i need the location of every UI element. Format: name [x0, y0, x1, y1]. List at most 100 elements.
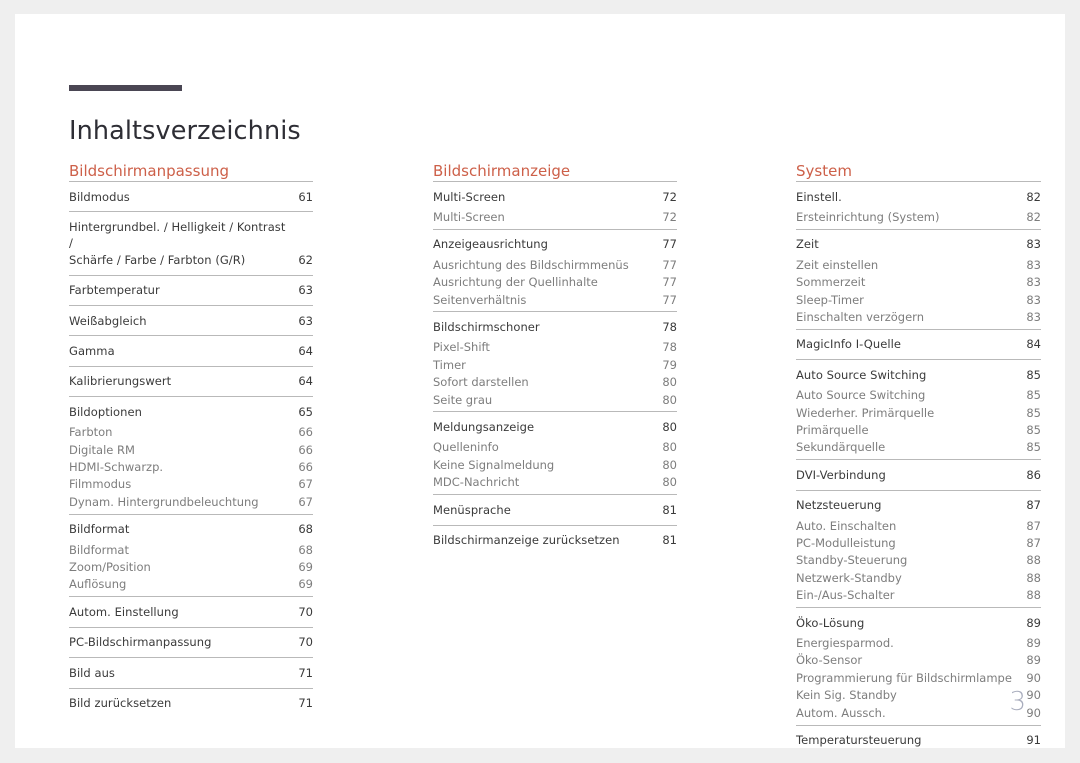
toc-entry[interactable]: Zeit 83 [796, 233, 1041, 256]
toc-group: PC-Bildschirmanpassung 70 [69, 626, 313, 657]
toc-group: Multi-Screen 72 Multi-Screen 72 [433, 181, 677, 229]
toc-group: Netzsteuerung 87 Auto. Einschalten 87 PC-Mod… [796, 489, 1041, 607]
toc-entry-label: Auto Source Switching [796, 367, 927, 382]
toc-entry-page: 68 [298, 542, 313, 557]
toc-entry[interactable]: Bildschirmanzeige zurücksetzen 81 [433, 529, 677, 552]
toc-subentry[interactable]: Digitale RM 66 [69, 441, 313, 458]
toc-entry[interactable]: Bild aus 71 [69, 661, 313, 684]
toc-entry-label: Seitenverhältnis [433, 292, 527, 307]
toc-entry-label: Sofort darstellen [433, 375, 529, 390]
toc-entry-page: 88 [1026, 553, 1041, 568]
toc-entry-page: 66 [298, 442, 313, 457]
toc-entry-page: 70 [298, 635, 313, 650]
toc-subentry[interactable]: Seite grau 80 [433, 391, 677, 408]
toc-entry[interactable]: Menüsprache 81 [433, 498, 677, 521]
toc-entry[interactable]: Temperatursteuerung 91 [796, 729, 1041, 752]
toc-column-1: Bildschirmanpassung Bildmodus 61 Hintergrun… [69, 162, 313, 718]
toc-subentry[interactable]: Energiesparmod. 89 [796, 635, 1041, 652]
toc-subentry[interactable]: Zoom/Position 69 [69, 559, 313, 576]
toc-entry[interactable]: Farbtemperatur 63 [69, 279, 313, 302]
toc-subentry[interactable]: Ein-/Aus-Schalter 88 [796, 587, 1041, 604]
toc-subentry[interactable]: Einschalten verzögern 83 [796, 308, 1041, 325]
toc-subentry[interactable]: Quelleninfo 80 [433, 439, 677, 456]
toc-entry[interactable]: Kalibrierungswert 64 [69, 370, 313, 393]
toc-subentry[interactable]: Kein Sig. Standby 90 [796, 687, 1041, 704]
toc-entry[interactable]: Öko-Lösung 89 [796, 611, 1041, 634]
toc-entry-page: 63 [298, 313, 313, 328]
page-title: Inhaltsverzeichnis [69, 116, 301, 147]
toc-group: MagicInfo I-Quelle 84 [796, 328, 1041, 359]
toc-subentry[interactable]: Standby-Steuerung 88 [796, 552, 1041, 569]
toc-entry-page: 85 [1026, 367, 1041, 382]
toc-entry[interactable]: Multi-Screen 72 [433, 185, 677, 208]
toc-subentry[interactable]: Bildformat 68 [69, 541, 313, 558]
toc-subentry[interactable]: Ausrichtung der Quellinhalte 77 [433, 274, 677, 291]
toc-subentry[interactable]: Keine Signalmeldung 80 [433, 456, 677, 473]
toc-subentry[interactable]: Dynam. Hintergrundbeleuchtung 67 [69, 493, 313, 510]
toc-subentry[interactable]: Zeit einstellen 83 [796, 256, 1041, 273]
toc-entry-label: Pixel-Shift [433, 340, 490, 355]
toc-entry[interactable]: Hintergrundbel. / Helligkeit / Kontrast … [69, 215, 313, 271]
toc-subentry[interactable]: Autom. Aussch. 90 [796, 704, 1041, 721]
toc-subentry[interactable]: Öko-Sensor 89 [796, 652, 1041, 669]
toc-subentry[interactable]: Sekundärquelle 85 [796, 439, 1041, 456]
toc-entry[interactable]: Bildformat 68 [69, 518, 313, 541]
toc-entry[interactable]: Weißabgleich 63 [69, 309, 313, 332]
toc-entry-label: Bildformat [69, 522, 130, 537]
toc-entry-label: Filmmodus [69, 477, 132, 492]
toc-entry-label: Sommerzeit [796, 275, 866, 290]
toc-subentry[interactable]: Sleep-Timer 83 [796, 291, 1041, 308]
toc-entry-page: 61 [298, 189, 313, 204]
toc-subentry[interactable]: Multi-Screen 72 [433, 208, 677, 225]
toc-group: Autom. Einstellung 70 [69, 596, 313, 626]
toc-subentry[interactable]: Ersteinrichtung (System) 82 [796, 208, 1041, 225]
toc-subentry[interactable]: Auto. Einschalten 87 [796, 517, 1041, 534]
toc-entry[interactable]: Autom. Einstellung 70 [69, 600, 313, 623]
toc-entry-label: Ein-/Aus-Schalter [796, 588, 895, 603]
toc-subentry[interactable]: Seitenverhältnis 77 [433, 291, 677, 308]
toc-subentry[interactable]: MDC-Nachricht 80 [433, 474, 677, 491]
toc-subentry[interactable]: Sommerzeit 83 [796, 274, 1041, 291]
toc-entry[interactable]: Netzsteuerung 87 [796, 494, 1041, 517]
toc-entry-label: Autom. Aussch. [796, 705, 886, 720]
toc-entry-page: 71 [298, 696, 313, 711]
toc-subentry[interactable]: Sofort darstellen 80 [433, 374, 677, 391]
toc-entry[interactable]: DVI-Verbindung 86 [796, 463, 1041, 486]
toc-entry[interactable]: PC-Bildschirmanpassung 70 [69, 631, 313, 654]
toc-subentry[interactable]: Primärquelle 85 [796, 421, 1041, 438]
toc-entry-label: Einschalten verzögern [796, 309, 924, 324]
toc-subentry[interactable]: HDMI-Schwarzp. 66 [69, 458, 313, 475]
toc-entry-page: 88 [1026, 570, 1041, 585]
toc-entry[interactable]: Einstell. 82 [796, 185, 1041, 208]
toc-entry[interactable]: Bild zurücksetzen 71 [69, 692, 313, 715]
toc-entry-label: Kein Sig. Standby [796, 688, 897, 703]
toc-subentry[interactable]: Auto Source Switching 85 [796, 387, 1041, 404]
toc-entry-label: Keine Signalmeldung [433, 457, 555, 472]
toc-entry-label: Auto Source Switching [796, 388, 926, 403]
toc-subentry[interactable]: Timer 79 [433, 356, 677, 373]
toc-group: Bild aus 71 [69, 657, 313, 687]
toc-entry-label-line2: Schärfe / Farbe / Farbton (G/R) [69, 252, 246, 267]
toc-entry[interactable]: MagicInfo I-Quelle 84 [796, 333, 1041, 356]
toc-subentry[interactable]: Ausrichtung des Bildschirmmenüs 77 [433, 256, 677, 273]
toc-subentry[interactable]: Programmierung für Bildschirmlampe 90 [796, 669, 1041, 686]
toc-entry[interactable]: Auto Source Switching 85 [796, 363, 1041, 386]
toc-entry-page: 85 [1026, 440, 1041, 455]
toc-entry[interactable]: Bildmodus 61 [69, 185, 313, 208]
toc-subentry[interactable]: Farbton 66 [69, 424, 313, 441]
toc-entry[interactable]: Bildoptionen 65 [69, 400, 313, 423]
toc-entry-label: Zoom/Position [69, 560, 151, 574]
toc-subentry[interactable]: Filmmodus 67 [69, 476, 313, 493]
toc-entry[interactable]: Gamma 64 [69, 339, 313, 362]
toc-subentry[interactable]: Netzwerk-Standby 88 [796, 569, 1041, 586]
toc-subentry[interactable]: Auflösung 69 [69, 576, 313, 593]
toc-entry[interactable]: Meldungsanzeige 80 [433, 415, 677, 438]
toc-entry-label: Auto. Einschalten [796, 518, 897, 533]
toc-entry[interactable]: Anzeigeausrichtung 77 [433, 233, 677, 256]
toc-subentry[interactable]: PC-Modulleistung 87 [796, 535, 1041, 552]
toc-subentry[interactable]: Pixel-Shift 78 [433, 339, 677, 356]
toc-entry-page: 90 [1026, 705, 1041, 720]
toc-entry[interactable]: Bildschirmschoner 78 [433, 315, 677, 338]
toc-entry-label: Menüsprache [433, 502, 511, 517]
toc-subentry[interactable]: Wiederher. Primärquelle 85 [796, 404, 1041, 421]
